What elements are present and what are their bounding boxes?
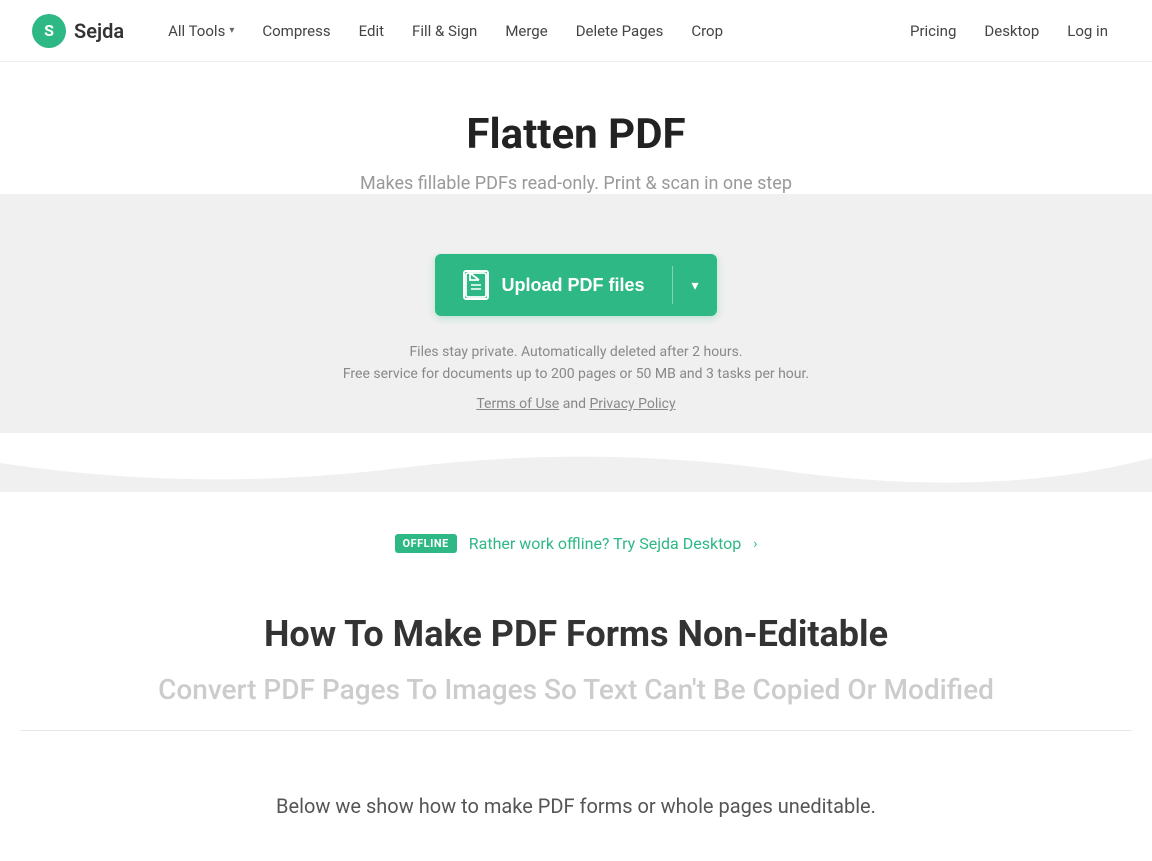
- wave-top-decoration: [0, 193, 1152, 253]
- navbar: S Sejda All Tools ▾ Compress Edit Fill &…: [0, 0, 1152, 62]
- offline-cta-text: Rather work offline? Try Sejda Desktop: [469, 534, 741, 553]
- nav-edit[interactable]: Edit: [347, 14, 396, 48]
- privacy-policy-link[interactable]: Privacy Policy: [589, 396, 675, 412]
- nav-right: Pricing Desktop Log in: [898, 14, 1120, 48]
- nav-fill-sign[interactable]: Fill & Sign: [400, 14, 489, 48]
- upload-main-button[interactable]: Upload PDF files: [435, 254, 672, 316]
- terms-text: Terms of Use and Privacy Policy: [20, 396, 1132, 412]
- nav-login[interactable]: Log in: [1055, 14, 1120, 48]
- terms-of-use-link[interactable]: Terms of Use: [476, 396, 559, 412]
- nav-delete-pages[interactable]: Delete Pages: [564, 14, 676, 48]
- chevron-down-icon: ▾: [229, 25, 234, 36]
- nav-pricing[interactable]: Pricing: [898, 14, 968, 48]
- nav-compress[interactable]: Compress: [250, 14, 342, 48]
- below-section: Below we show how to make PDF forms or w…: [0, 751, 1152, 841]
- upload-dropdown-button[interactable]: ▾: [673, 261, 716, 310]
- nav-crop[interactable]: Crop: [679, 14, 735, 48]
- nav-desktop[interactable]: Desktop: [972, 14, 1051, 48]
- howto-title: How To Make PDF Forms Non-Editable: [20, 613, 1132, 655]
- nav-left: All Tools ▾ Compress Edit Fill & Sign Me…: [156, 14, 898, 48]
- page-title: Flatten PDF: [20, 110, 1132, 159]
- nav-all-tools[interactable]: All Tools ▾: [156, 14, 246, 48]
- dropdown-chevron-icon: ▾: [691, 277, 698, 293]
- offline-section: OFFLINE Rather work offline? Try Sejda D…: [0, 492, 1152, 583]
- upload-button-label: Upload PDF files: [501, 275, 644, 296]
- upload-button-container[interactable]: Upload PDF files ▾: [435, 254, 716, 316]
- howto-subtitle: Convert PDF Pages To Images So Text Can'…: [20, 673, 1132, 706]
- hero-section: Flatten PDF Makes fillable PDFs read-onl…: [0, 62, 1152, 194]
- offline-pill[interactable]: OFFLINE Rather work offline? Try Sejda D…: [395, 534, 758, 553]
- logo-icon: S: [32, 14, 66, 48]
- and-text: and: [563, 396, 590, 412]
- logo-text: Sejda: [74, 19, 124, 43]
- privacy-line1: Files stay private. Automatically delete…: [20, 344, 1132, 360]
- howto-divider: [20, 730, 1132, 731]
- upload-section: Upload PDF files ▾ Files stay private. A…: [0, 194, 1152, 492]
- nav-merge[interactable]: Merge: [493, 14, 559, 48]
- howto-section: How To Make PDF Forms Non-Editable Conve…: [0, 583, 1152, 751]
- offline-badge: OFFLINE: [395, 534, 457, 553]
- privacy-line2: Free service for documents up to 200 pag…: [20, 366, 1132, 382]
- below-text: Below we show how to make PDF forms or w…: [256, 791, 896, 821]
- logo-link[interactable]: S Sejda: [32, 14, 124, 48]
- hero-subtitle: Makes fillable PDFs read-only. Print & s…: [20, 173, 1132, 194]
- wave-bottom-decoration: [0, 433, 1152, 493]
- offline-chevron-icon: ›: [753, 536, 757, 552]
- pdf-file-icon: [463, 270, 489, 300]
